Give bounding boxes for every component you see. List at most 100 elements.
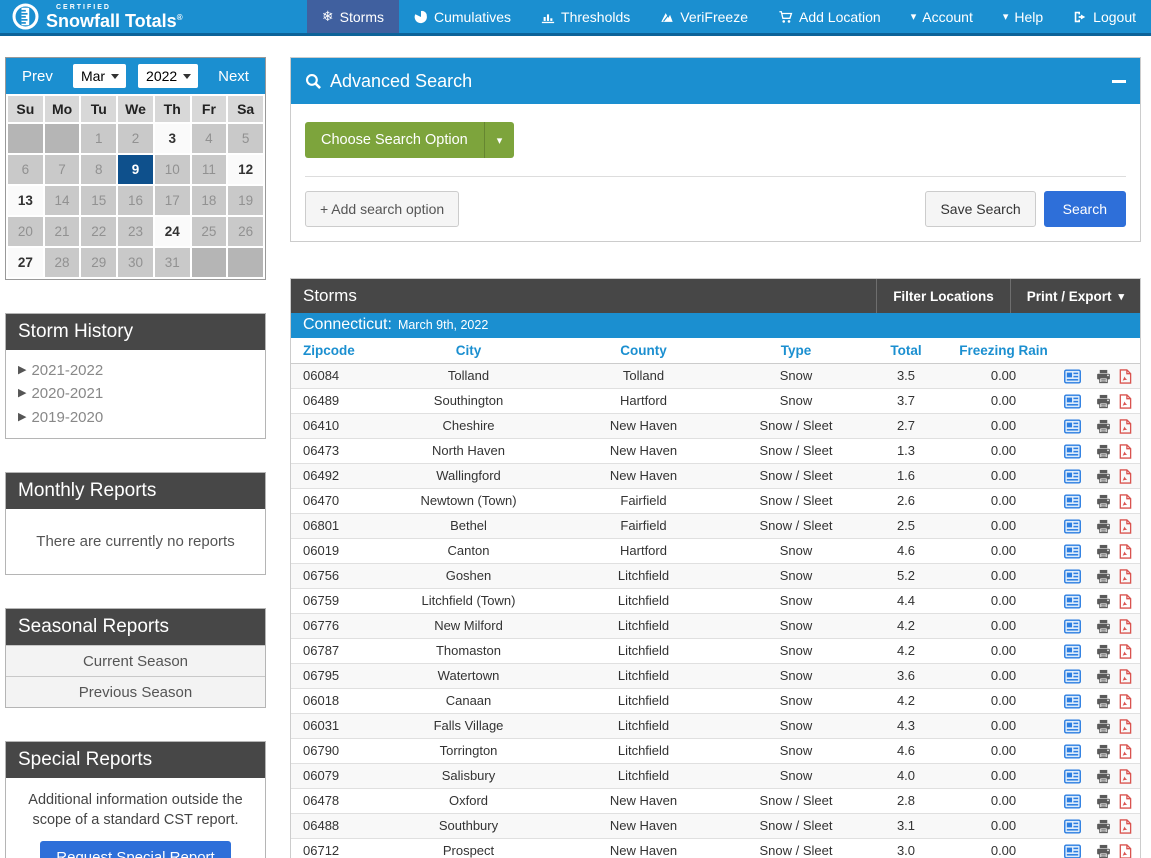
view-report-icon[interactable] [1064,419,1081,434]
view-report-icon[interactable] [1064,394,1081,409]
view-report-icon[interactable] [1064,844,1081,858]
pdf-icon[interactable] [1118,544,1132,559]
pdf-icon[interactable] [1118,469,1132,484]
printer-icon[interactable] [1096,669,1111,684]
calendar-day[interactable]: 11 [192,155,227,184]
view-report-icon[interactable] [1064,519,1081,534]
collapse-minus-icon[interactable] [1112,80,1126,83]
printer-icon[interactable] [1096,519,1111,534]
pdf-icon[interactable] [1118,369,1132,384]
calendar-day[interactable]: 23 [118,217,153,246]
pdf-icon[interactable] [1118,719,1132,734]
column-header-type[interactable]: Type [731,338,861,363]
nav-item-help[interactable]: ▾ Help [988,0,1058,33]
pdf-icon[interactable] [1118,819,1132,834]
view-report-icon[interactable] [1064,619,1081,634]
calendar-day[interactable]: 21 [45,217,80,246]
pdf-icon[interactable] [1118,394,1132,409]
pdf-icon[interactable] [1118,694,1132,709]
pdf-icon[interactable] [1118,794,1132,809]
calendar-day[interactable]: 15 [81,186,116,215]
view-report-icon[interactable] [1064,569,1081,584]
add-search-option-button[interactable]: + Add search option [305,191,459,227]
choose-search-option-button[interactable]: Choose Search Option ▾ [305,122,514,158]
storm-history-item-2021-2022[interactable]: ▶ 2021-2022 [18,359,253,382]
calendar-day[interactable]: 10 [155,155,190,184]
nav-item-logout[interactable]: Logout [1058,0,1151,33]
calendar-day[interactable]: 22 [81,217,116,246]
calendar-day[interactable]: 3 [155,124,190,153]
printer-icon[interactable] [1096,794,1111,809]
nav-item-add-location[interactable]: Add Location [763,0,896,33]
view-report-icon[interactable] [1064,819,1081,834]
calendar-day[interactable]: 24 [155,217,190,246]
calendar-day[interactable]: 31 [155,248,190,277]
month-select[interactable]: Mar [73,64,126,88]
view-report-icon[interactable] [1064,669,1081,684]
filter-locations-button[interactable]: Filter Locations [876,279,1010,313]
calendar-day[interactable] [228,248,263,277]
storm-history-item-2020-2021[interactable]: ▶ 2020-2021 [18,382,253,405]
view-report-icon[interactable] [1064,594,1081,609]
calendar-day[interactable]: 5 [228,124,263,153]
pdf-icon[interactable] [1118,744,1132,759]
printer-icon[interactable] [1096,694,1111,709]
calendar-day[interactable]: 8 [81,155,116,184]
view-report-icon[interactable] [1064,494,1081,509]
calendar-day[interactable] [45,124,80,153]
view-report-icon[interactable] [1064,369,1081,384]
brand-logo[interactable]: CERTIFIED Snowfall Totals® [0,0,195,33]
pdf-icon[interactable] [1118,669,1132,684]
search-button[interactable]: Search [1044,191,1126,227]
calendar-day[interactable]: 16 [118,186,153,215]
nav-item-thresholds[interactable]: Thresholds [526,0,645,33]
calendar-day[interactable]: 7 [45,155,80,184]
calendar-day[interactable] [8,124,43,153]
calendar-day[interactable]: 30 [118,248,153,277]
nav-item-verifreeze[interactable]: VeriFreeze [645,0,763,33]
pdf-icon[interactable] [1118,844,1132,858]
calendar-day[interactable]: 4 [192,124,227,153]
nav-item-account[interactable]: ▾ Account [896,0,988,33]
calendar-day[interactable] [192,248,227,277]
view-report-icon[interactable] [1064,694,1081,709]
printer-icon[interactable] [1096,369,1111,384]
view-report-icon[interactable] [1064,469,1081,484]
calendar-day[interactable]: 2 [118,124,153,153]
calendar-day[interactable]: 12 [228,155,263,184]
print-export-button[interactable]: Print / Export ▾ [1010,279,1140,313]
calendar-day[interactable]: 25 [192,217,227,246]
calendar-day[interactable]: 29 [81,248,116,277]
printer-icon[interactable] [1096,394,1111,409]
view-report-icon[interactable] [1064,719,1081,734]
printer-icon[interactable] [1096,419,1111,434]
calendar-day[interactable]: 17 [155,186,190,215]
view-report-icon[interactable] [1064,769,1081,784]
pdf-icon[interactable] [1118,444,1132,459]
calendar-next-button[interactable]: Next [210,64,257,89]
save-search-button[interactable]: Save Search [925,191,1035,227]
calendar-day[interactable]: 26 [228,217,263,246]
nav-item-storms[interactable]: ❄ Storms [307,0,399,33]
year-select[interactable]: 2022 [138,64,198,88]
printer-icon[interactable] [1096,769,1111,784]
column-header-zipcode[interactable]: Zipcode [291,338,381,363]
printer-icon[interactable] [1096,494,1111,509]
current-season-link[interactable]: Current Season [6,645,265,676]
view-report-icon[interactable] [1064,444,1081,459]
view-report-icon[interactable] [1064,544,1081,559]
printer-icon[interactable] [1096,594,1111,609]
printer-icon[interactable] [1096,819,1111,834]
request-special-report-button[interactable]: Request Special Report [40,841,230,858]
pdf-icon[interactable] [1118,769,1132,784]
view-report-icon[interactable] [1064,744,1081,759]
pdf-icon[interactable] [1118,569,1132,584]
pdf-icon[interactable] [1118,594,1132,609]
calendar-day[interactable]: 19 [228,186,263,215]
printer-icon[interactable] [1096,719,1111,734]
calendar-day[interactable]: 9 [118,155,153,184]
previous-season-link[interactable]: Previous Season [6,676,265,707]
calendar-day[interactable]: 6 [8,155,43,184]
calendar-day[interactable]: 14 [45,186,80,215]
printer-icon[interactable] [1096,744,1111,759]
